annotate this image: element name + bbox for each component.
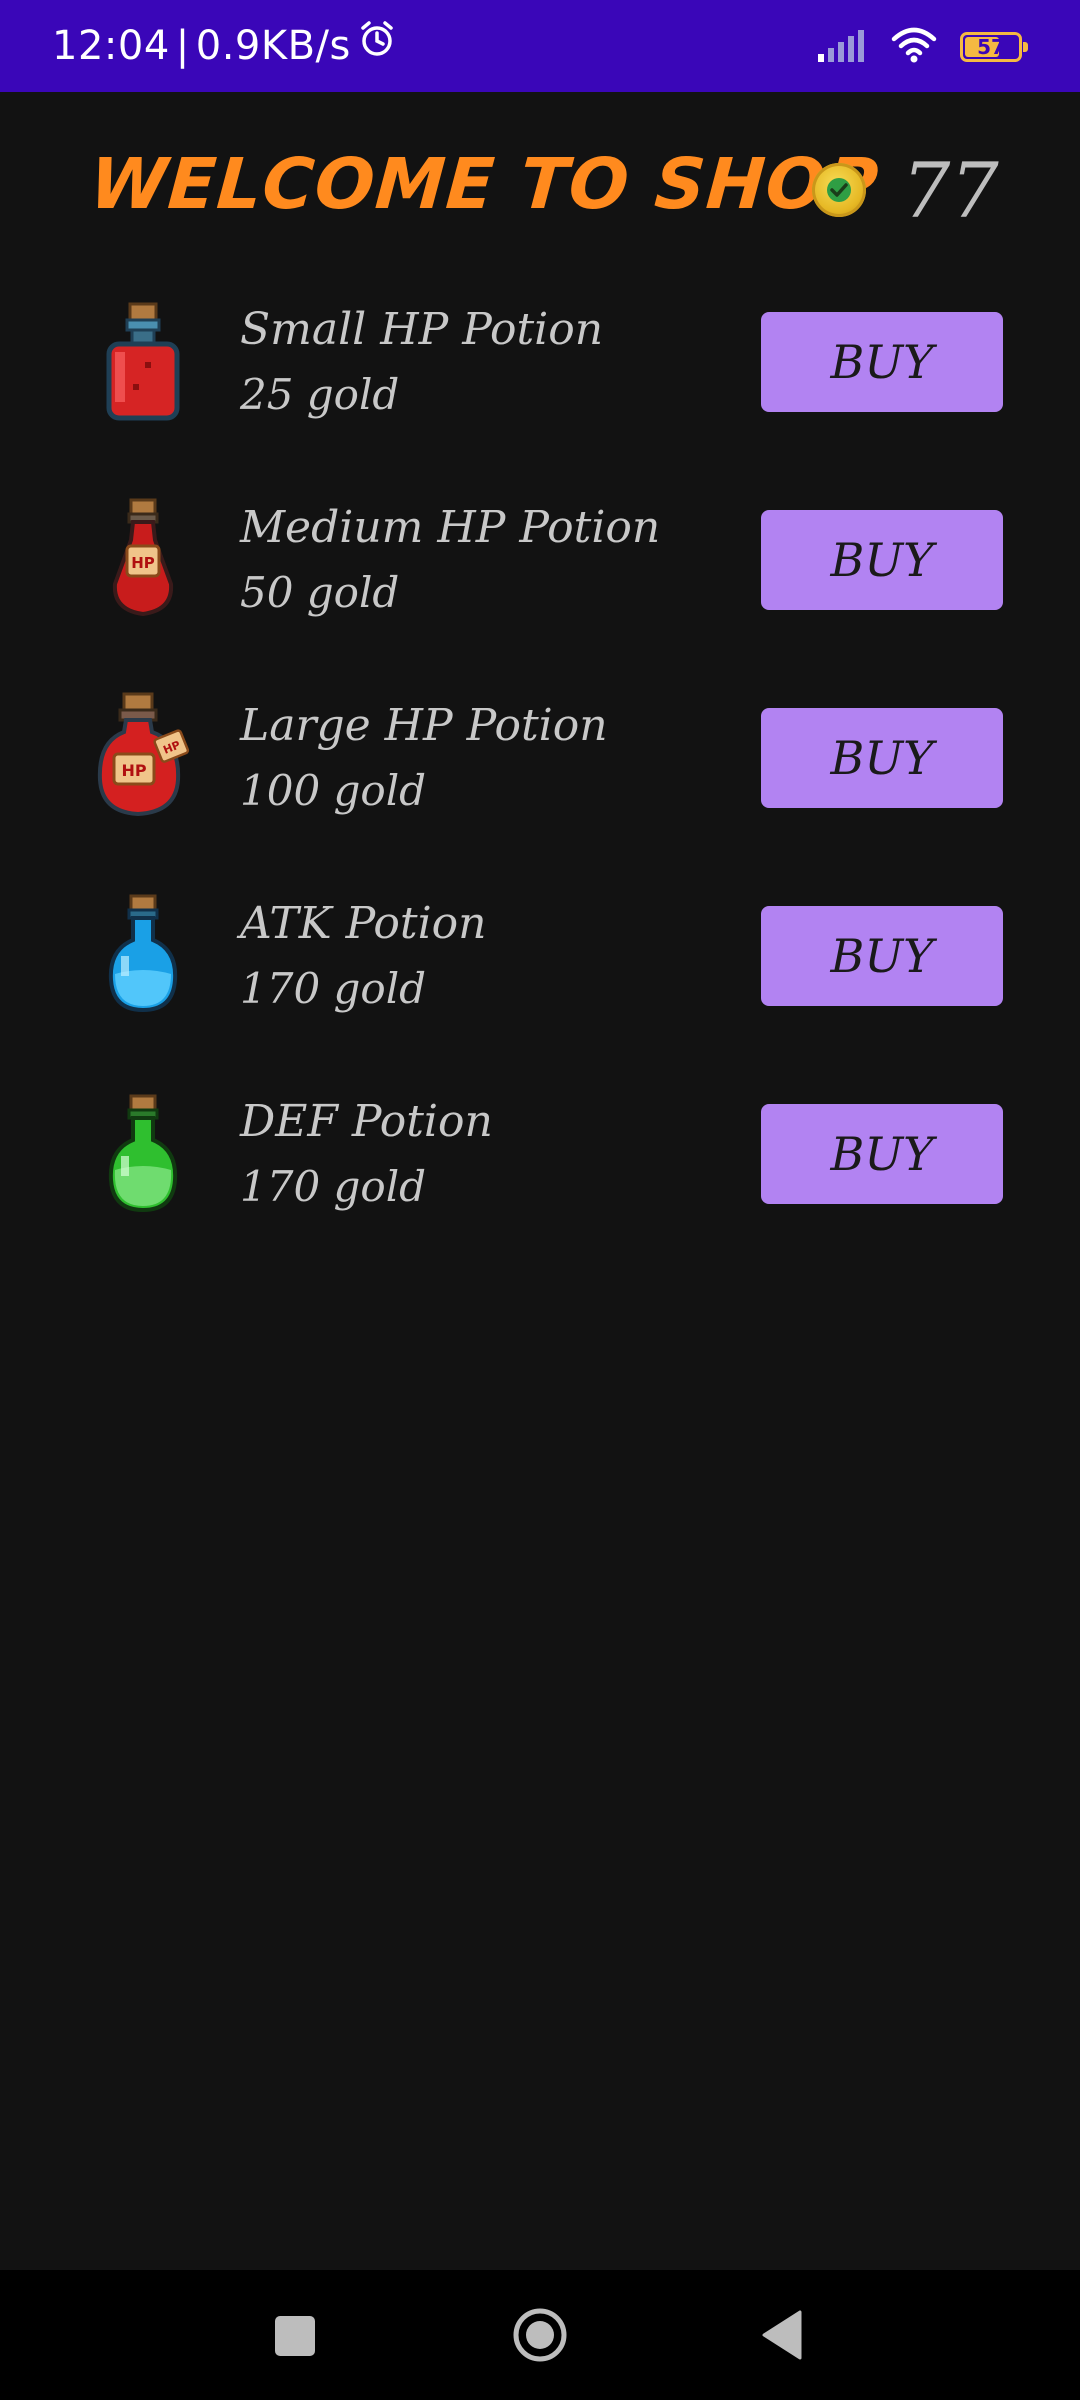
wifi-icon <box>890 27 938 67</box>
item-price: 170 gold <box>240 964 427 1013</box>
battery-icon: 57 <box>960 32 1028 62</box>
item-price: 25 gold <box>240 370 400 419</box>
medium-hp-potion-icon: HP <box>95 490 191 630</box>
battery-level: 57 <box>977 35 1005 59</box>
back-triangle-icon[interactable] <box>760 2308 804 2362</box>
status-right: 57 <box>816 22 1028 72</box>
shop-header: WELCOME TO SHOP 77 <box>0 92 1080 292</box>
item-name: Large HP Potion <box>240 700 608 751</box>
gold-coin-icon <box>812 163 866 217</box>
recents-square-icon[interactable] <box>275 2316 315 2356</box>
item-price: 50 gold <box>240 568 400 617</box>
shop-item-def-potion: DEF Potion 170 gold BUY <box>0 1084 1080 1282</box>
buy-button[interactable]: BUY <box>761 312 1003 412</box>
signal-icon <box>816 28 868 66</box>
home-circle-icon[interactable] <box>512 2307 568 2363</box>
shop-item-atk-potion: ATK Potion 170 gold BUY <box>0 886 1080 1084</box>
alarm-icon <box>357 18 397 74</box>
small-hp-potion-icon <box>95 292 191 432</box>
buy-button[interactable]: BUY <box>761 510 1003 610</box>
gold-count: 77 <box>902 146 999 235</box>
shop-title: WELCOME TO SHOP <box>87 143 882 225</box>
status-left: 12:04 | 0.9KB/s <box>52 18 397 74</box>
network-speed: 0.9KB/s <box>195 23 351 69</box>
def-potion-icon <box>95 1084 191 1224</box>
buy-button[interactable]: BUY <box>761 1104 1003 1204</box>
status-bar: 12:04 | 0.9KB/s 57 <box>0 0 1080 92</box>
item-name: Small HP Potion <box>240 304 604 355</box>
potion-label: HP <box>121 761 146 780</box>
shop-item-large-hp-potion: HP HP Large HP Potion 100 gold BUY <box>0 688 1080 886</box>
item-name: ATK Potion <box>240 898 487 949</box>
buy-button[interactable]: BUY <box>761 906 1003 1006</box>
item-price: 170 gold <box>240 1162 427 1211</box>
system-nav-bar <box>0 2270 1080 2400</box>
shop-item-medium-hp-potion: HP Medium HP Potion 50 gold BUY <box>0 490 1080 688</box>
shop-item-list: Small HP Potion 25 gold BUY HP Medium HP… <box>0 292 1080 1282</box>
item-price: 100 gold <box>240 766 427 815</box>
atk-potion-icon <box>95 886 191 1026</box>
potion-label: HP <box>131 554 155 572</box>
large-hp-potion-icon: HP HP <box>92 688 190 828</box>
status-time: 12:04 <box>52 23 170 69</box>
buy-button[interactable]: BUY <box>761 708 1003 808</box>
item-name: DEF Potion <box>240 1096 493 1147</box>
item-name: Medium HP Potion <box>240 502 661 553</box>
shop-item-small-hp-potion: Small HP Potion 25 gold BUY <box>0 292 1080 490</box>
status-separator: | <box>175 23 190 69</box>
